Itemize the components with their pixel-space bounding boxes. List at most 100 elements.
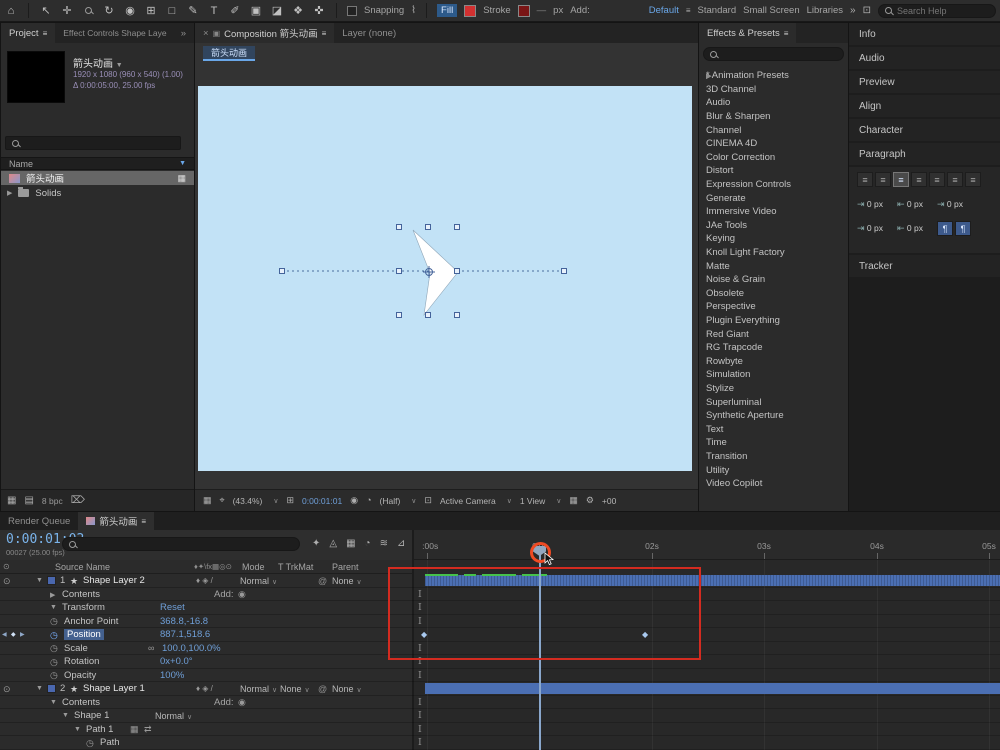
timeline-row-opacity[interactable]: ◷ Opacity 100% xyxy=(0,669,412,682)
panel-menu-icon[interactable]: ≡ xyxy=(322,29,327,38)
twirl-right-icon[interactable]: ▶ xyxy=(50,591,55,599)
twirl-down-icon[interactable]: ▼ xyxy=(36,577,43,584)
help-search-input[interactable] xyxy=(897,5,989,16)
help-search-box[interactable] xyxy=(878,3,996,18)
effects-search-box[interactable] xyxy=(703,47,844,61)
panel-preview[interactable]: Preview xyxy=(849,71,1000,93)
selection-tool-icon[interactable]: ↖ xyxy=(39,4,53,17)
effects-category[interactable]: ▶ Keying xyxy=(699,73,848,246)
parent-pickwhip-icon[interactable]: @ xyxy=(318,576,327,586)
channels-icon[interactable]: ◔ xyxy=(366,496,371,505)
roto-brush-tool-icon[interactable]: ❖ xyxy=(291,4,305,17)
layer-duration-bar[interactable] xyxy=(425,683,1000,694)
effects-category[interactable]: ▶ Matte xyxy=(699,73,848,273)
panel-character[interactable]: Character xyxy=(849,119,1000,141)
column-mode[interactable]: Mode xyxy=(242,562,265,572)
anchor-point-value[interactable]: 368.8,-16.8 xyxy=(160,616,208,627)
rotate-tool-icon[interactable]: ↻ xyxy=(102,4,116,17)
timeline-row-rotation[interactable]: ◷ Rotation 0x+0.0° xyxy=(0,655,412,669)
exposure[interactable]: +00 xyxy=(602,496,616,506)
eye-icon[interactable]: ⊙ xyxy=(3,576,11,587)
timeline-row-position[interactable]: ◀ ◆ ▶ ◷ Position 887.1,518.6 xyxy=(0,628,412,642)
project-item-comp[interactable]: 箭头动画 ▦ xyxy=(1,171,194,185)
tab-timeline-comp[interactable]: 箭头动画 ≡ xyxy=(78,512,155,530)
shape-blend-mode-dropdown[interactable]: Normal ∨ xyxy=(155,711,192,721)
twirl-down-icon[interactable]: ▼ xyxy=(74,726,81,733)
effects-category[interactable]: ▶ Color Correction xyxy=(699,73,848,165)
effects-category[interactable]: ▶ Transition xyxy=(699,73,848,464)
effects-category[interactable]: ▶ Video Copilot xyxy=(699,73,848,491)
first-line-indent-value[interactable]: 0 px xyxy=(947,199,963,209)
timeline-row-path[interactable]: ◷ Path xyxy=(0,736,412,750)
workspace-small-screen[interactable]: Small Screen xyxy=(743,5,800,16)
effects-category[interactable]: ▶ Plugin Everything xyxy=(699,73,848,328)
workspace-standard[interactable]: Standard xyxy=(698,5,737,16)
snapshot-icon[interactable]: ◉ xyxy=(350,496,358,505)
frame-blending-icon[interactable]: ◔ xyxy=(365,539,371,549)
puppet-tool-icon[interactable]: ✜ xyxy=(312,4,326,17)
workspace-bar-icon[interactable]: ⊡ xyxy=(863,5,871,16)
label-color-chip[interactable] xyxy=(47,684,56,693)
panel-paragraph[interactable]: Paragraph xyxy=(849,143,1000,165)
scale-value[interactable]: 100.0,100.0% xyxy=(162,643,221,654)
pen-tool-icon[interactable]: ✎ xyxy=(186,4,200,17)
rtl-direction-icon[interactable]: ¶ xyxy=(955,221,971,236)
fill-label[interactable]: Fill xyxy=(437,4,458,17)
tab-composition[interactable]: × ▣ Composition 箭头动画 ≡ xyxy=(195,23,335,43)
graph-editor-icon[interactable]: ⊿ xyxy=(397,539,405,549)
workspace-menu-icon[interactable]: ≡ xyxy=(686,6,691,15)
parent-dropdown[interactable]: None ∨ xyxy=(332,684,362,694)
timeline-row-contents[interactable]: ▶ Contents Add: ◉ xyxy=(0,588,412,601)
shape-tool-icon[interactable]: □ xyxy=(165,5,179,17)
effects-category[interactable]: ▶ RG Trapcode xyxy=(699,73,848,355)
align-left-icon[interactable]: ≡ xyxy=(857,172,873,187)
layer-switches[interactable]: ♦ ◈ / xyxy=(196,684,213,693)
ltr-direction-icon[interactable]: ¶ xyxy=(937,221,953,236)
timeline-row-shape-1[interactable]: ▼ Shape 1 Normal ∨ xyxy=(0,709,412,723)
blend-mode-dropdown[interactable]: Normal ∨ xyxy=(240,684,277,694)
mask-grid-icon[interactable]: ▦ xyxy=(130,724,139,735)
bpc-label[interactable]: 8 bpc xyxy=(42,496,63,506)
brush-tool-icon[interactable]: ✐ xyxy=(228,4,242,17)
comp-canvas[interactable] xyxy=(198,86,692,471)
panel-tracker[interactable]: Tracker xyxy=(849,255,1000,277)
project-comp-name[interactable]: 箭头动画 ▼ xyxy=(73,55,123,70)
transform-reset[interactable]: Reset xyxy=(160,602,185,613)
effects-category[interactable]: ▶ Channel xyxy=(699,73,848,137)
pan-behind-tool-icon[interactable]: ⊞ xyxy=(144,4,158,17)
panel-audio[interactable]: Audio xyxy=(849,47,1000,69)
parent-dropdown[interactable]: None ∨ xyxy=(332,576,362,586)
effects-category[interactable]: ▶ Time xyxy=(699,73,848,450)
tab-layer[interactable]: Layer (none) xyxy=(334,23,404,43)
effects-category[interactable]: ▶ Obsolete xyxy=(699,73,848,301)
timeline-row-contents-2[interactable]: ▼ Contents Add: ◉ xyxy=(0,696,412,709)
effects-category[interactable]: ▶ CINEMA 4D xyxy=(699,73,848,151)
add-shape-icon[interactable]: ◉ xyxy=(238,697,246,708)
name-column-header[interactable]: Name ▼ xyxy=(1,157,194,170)
effects-category[interactable]: ▶ Audio xyxy=(699,73,848,110)
indent-right-value[interactable]: 0 px xyxy=(907,199,923,209)
effects-category[interactable]: ▶ Perspective xyxy=(699,73,848,314)
indent-left-value[interactable]: 0 px xyxy=(867,199,883,209)
close-icon[interactable]: × xyxy=(203,28,209,39)
effects-category[interactable]: ▶ Expression Controls xyxy=(699,73,848,192)
tab-effects-presets[interactable]: Effects & Presets ≡ xyxy=(699,23,797,43)
effects-category[interactable]: ▶ Utility xyxy=(699,73,848,477)
time-ruler[interactable]: :00s 01s 02s 03s 04s 05s xyxy=(412,530,1000,560)
timeline-row-path-1[interactable]: ▼ Path 1 ▦ ⇄ xyxy=(0,723,412,736)
effects-category[interactable]: ▶ Immersive Video xyxy=(699,73,848,219)
add-label[interactable]: Add: xyxy=(214,589,234,600)
effects-category[interactable]: ▶ Noise & Grain xyxy=(699,73,848,287)
workspace-default[interactable]: Default xyxy=(649,5,679,16)
timeline-search-input[interactable] xyxy=(81,539,293,549)
label-color-chip[interactable] xyxy=(47,576,56,585)
resolution[interactable]: (Half) xyxy=(380,496,401,506)
layer-name[interactable]: Shape Layer 2 xyxy=(83,575,145,586)
always-preview-icon[interactable]: ▦ xyxy=(203,496,212,505)
draft-3d-icon[interactable]: ◬ xyxy=(329,539,337,549)
justify-last-left-icon[interactable]: ≡ xyxy=(911,172,927,187)
grid-view-icon[interactable]: ▦ xyxy=(7,495,16,506)
effects-category[interactable]: ▶ Superluminal xyxy=(699,73,848,409)
add-label[interactable]: Add: xyxy=(214,697,234,708)
space-after-value[interactable]: 0 px xyxy=(907,223,923,233)
